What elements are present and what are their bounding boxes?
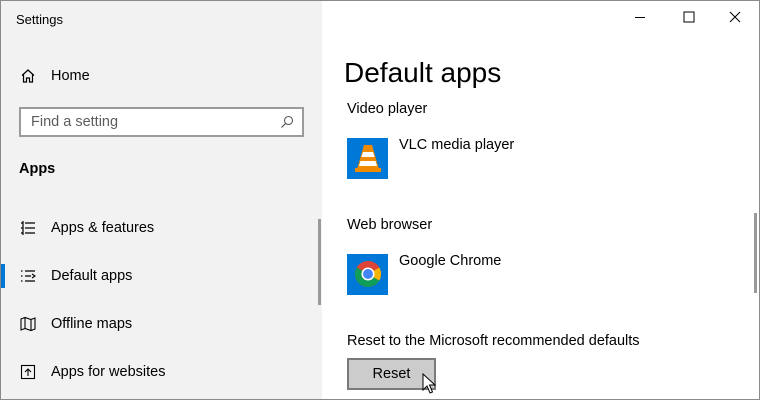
video-player-app-button[interactable]: VLC media player: [347, 137, 514, 179]
sidebar-scrollbar[interactable]: [318, 219, 321, 305]
maximize-button[interactable]: [666, 5, 712, 33]
sidebar-item-apps-for-websites[interactable]: Apps for websites: [1, 352, 322, 392]
apps-features-icon: [19, 219, 37, 237]
sidebar-item-label: Apps for websites: [51, 364, 166, 380]
close-button[interactable]: [712, 5, 758, 33]
page-title: Default apps: [344, 57, 502, 88]
sidebar-item-default-apps[interactable]: Default apps: [1, 256, 322, 296]
reset-description: Reset to the Microsoft recommended defau…: [347, 333, 640, 349]
sidebar-item-label: Default apps: [51, 268, 133, 284]
search-box[interactable]: [19, 107, 304, 137]
default-apps-icon: [19, 267, 37, 285]
vlc-icon: [347, 137, 388, 179]
web-browser-app-name: Google Chrome: [399, 253, 502, 269]
minimize-button[interactable]: [617, 5, 663, 33]
sidebar: Settings Home Apps Apps & features: [1, 1, 322, 399]
apps-for-websites-icon: [19, 363, 37, 381]
web-browser-app-button[interactable]: Google Chrome: [347, 253, 501, 295]
settings-window: Settings Home Apps Apps & features: [0, 0, 760, 400]
close-icon: [729, 10, 741, 28]
main-panel: Default apps Video player VLC media play…: [322, 1, 759, 399]
sidebar-item-offline-maps[interactable]: Offline maps: [1, 304, 322, 344]
maximize-icon: [683, 10, 695, 28]
search-input[interactable]: [21, 113, 273, 131]
sidebar-item-home[interactable]: Home: [1, 56, 322, 96]
sidebar-item-apps-features[interactable]: Apps & features: [1, 208, 322, 248]
sidebar-item-label: Apps & features: [51, 220, 155, 236]
home-icon: [19, 67, 37, 85]
mouse-cursor-icon: [422, 372, 437, 395]
sidebar-item-label: Offline maps: [51, 316, 133, 332]
main-scrollbar[interactable]: [754, 213, 757, 293]
video-player-app-name: VLC media player: [399, 137, 515, 153]
web-browser-label: Web browser: [347, 217, 433, 233]
minimize-icon: [634, 10, 646, 28]
sidebar-item-label: Home: [51, 68, 90, 84]
search-icon[interactable]: [280, 115, 294, 129]
window-title: Settings: [16, 12, 63, 27]
video-player-label: Video player: [347, 101, 428, 117]
section-heading: Apps: [19, 161, 56, 177]
offline-maps-icon: [19, 315, 37, 333]
chrome-icon: [347, 253, 388, 295]
